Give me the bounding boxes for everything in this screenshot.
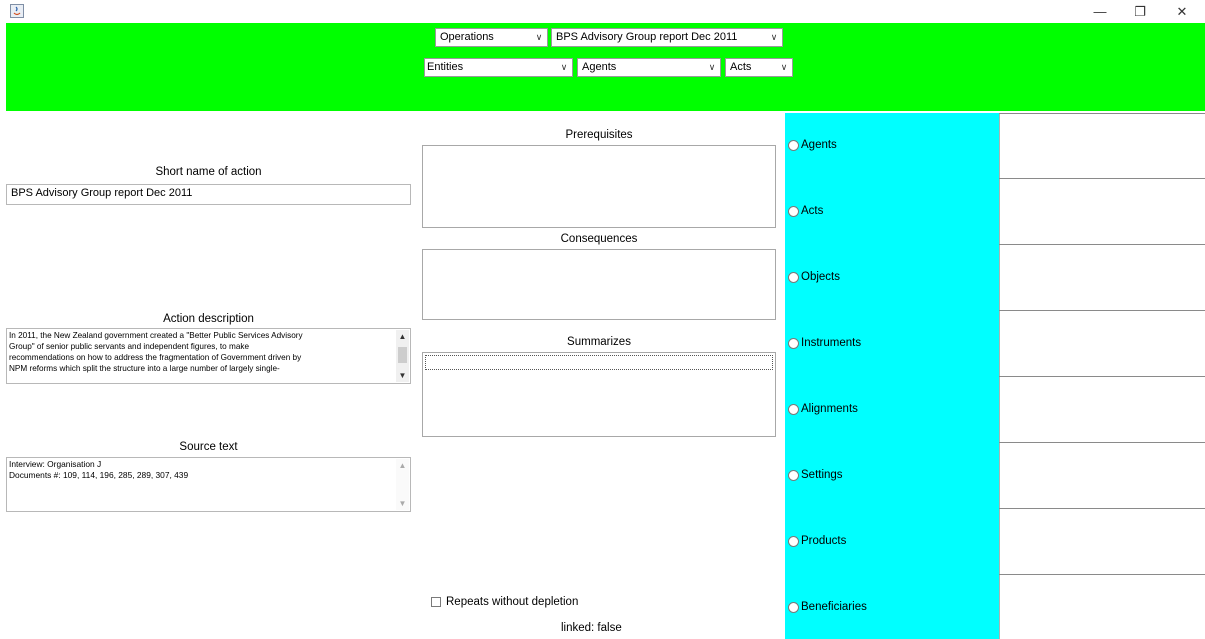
radio-icon[interactable] <box>788 337 799 349</box>
java-app-icon <box>10 4 24 18</box>
linked-status: linked: false <box>561 622 622 634</box>
acts-value: Acts <box>730 61 752 73</box>
list-selection-row[interactable] <box>425 355 773 370</box>
role-radio-objects[interactable]: Objects <box>788 271 840 283</box>
row-divider <box>999 442 1205 443</box>
description-line: Group" of senior public servants and ind… <box>9 342 250 351</box>
scroll-down-icon[interactable]: ▼ <box>396 497 409 510</box>
operations-value: Operations <box>440 31 494 43</box>
role-radio-agents[interactable]: Agents <box>788 139 837 151</box>
row-divider <box>999 178 1205 179</box>
role-radio-instruments[interactable]: Instruments <box>788 337 861 349</box>
scroll-down-icon[interactable]: ▼ <box>396 369 409 382</box>
report-value: BPS Advisory Group report Dec 2011 <box>556 31 738 43</box>
minimize-icon: — <box>1093 4 1107 19</box>
consequences-label: Consequences <box>560 233 638 245</box>
prerequisites-area[interactable] <box>422 145 776 228</box>
repeats-label: Repeats without depletion <box>446 596 579 608</box>
role-label: Instruments <box>801 337 862 349</box>
role-label: Agents <box>801 139 837 151</box>
source-text-label: Source text <box>179 441 238 453</box>
role-panel <box>785 113 999 639</box>
radio-icon[interactable] <box>788 403 799 415</box>
source-line: Interview: Organisation J <box>9 459 102 469</box>
role-radio-beneficiaries[interactable]: Beneficiaries <box>788 601 867 613</box>
role-radio-settings[interactable]: Settings <box>788 469 843 481</box>
summarizes-label: Summarizes <box>567 336 631 348</box>
radio-icon[interactable] <box>788 271 799 283</box>
chevron-down-icon: ∨ <box>560 62 568 72</box>
radio-icon[interactable] <box>788 205 799 217</box>
role-label: Beneficiaries <box>801 601 867 613</box>
scroll-up-icon[interactable]: ▲ <box>396 459 409 472</box>
row-divider <box>999 376 1205 377</box>
action-description-textarea[interactable]: In 2011, the New Zealand government crea… <box>6 328 411 384</box>
role-label: Products <box>801 535 847 547</box>
radio-icon[interactable] <box>788 601 799 613</box>
description-line: NPM reforms which split the structure in… <box>9 364 280 373</box>
role-radio-products[interactable]: Products <box>788 535 846 547</box>
source-scrollbar[interactable]: ▲ ▼ <box>396 459 409 510</box>
radio-icon[interactable] <box>788 535 799 547</box>
minimize-button[interactable]: — <box>1080 0 1120 23</box>
acts-dropdown[interactable]: Acts ∨ <box>725 58 793 77</box>
summarizes-list[interactable] <box>422 352 776 437</box>
row-divider <box>999 508 1205 509</box>
entities-value: Entities <box>427 61 464 73</box>
role-radio-acts[interactable]: Acts <box>788 205 823 217</box>
close-icon: ✕ <box>1176 3 1188 19</box>
agents-dropdown[interactable]: Agents ∨ <box>577 58 721 77</box>
action-description-label: Action description <box>163 313 254 325</box>
short-name-field[interactable]: BPS Advisory Group report Dec 2011 <box>6 184 411 205</box>
role-label: Objects <box>801 271 840 283</box>
role-label: Acts <box>801 205 824 217</box>
scroll-thumb[interactable] <box>398 347 407 363</box>
restore-icon: ❐ <box>1134 3 1146 19</box>
entities-dropdown[interactable]: Entities ∨ <box>424 58 573 77</box>
agents-value: Agents <box>582 61 617 73</box>
source-text-textarea[interactable]: Interview: Organisation J Documents #: 1… <box>6 457 411 512</box>
repeats-checkbox[interactable] <box>431 597 441 607</box>
role-label: Settings <box>801 469 843 481</box>
description-scrollbar[interactable]: ▲ ▼ <box>396 330 409 382</box>
consequences-area[interactable] <box>422 249 776 320</box>
row-divider <box>999 244 1205 245</box>
restore-button[interactable]: ❐ <box>1120 0 1160 23</box>
scroll-up-icon[interactable]: ▲ <box>396 330 409 343</box>
row-divider <box>999 310 1205 311</box>
chevron-down-icon: ∨ <box>708 62 716 72</box>
chevron-down-icon: ∨ <box>535 32 543 42</box>
radio-icon[interactable] <box>788 139 799 151</box>
short-name-label: Short name of action <box>155 166 262 178</box>
source-line: Documents #: 109, 114, 196, 285, 289, 30… <box>9 470 189 480</box>
row-divider <box>999 113 1205 114</box>
description-line: In 2011, the New Zealand government crea… <box>9 331 303 340</box>
close-button[interactable]: ✕ <box>1162 0 1202 23</box>
role-label: Alignments <box>801 403 858 415</box>
report-dropdown[interactable]: BPS Advisory Group report Dec 2011 ∨ <box>551 28 783 47</box>
title-bar: — ❐ ✕ <box>0 0 1205 23</box>
row-divider <box>999 574 1205 575</box>
prerequisites-label: Prerequisites <box>565 129 633 141</box>
role-radio-alignments[interactable]: Alignments <box>788 403 858 415</box>
chevron-down-icon: ∨ <box>770 32 778 42</box>
description-line: recommendations on how to address the fr… <box>9 353 302 362</box>
operations-dropdown[interactable]: Operations ∨ <box>435 28 548 47</box>
radio-icon[interactable] <box>788 469 799 481</box>
chevron-down-icon: ∨ <box>780 62 788 72</box>
